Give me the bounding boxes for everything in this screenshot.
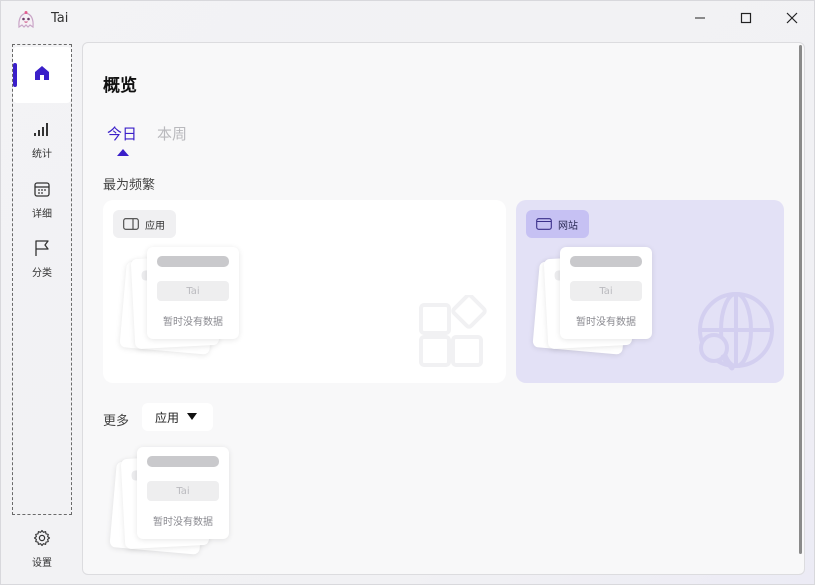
- most-frequent-website-card[interactable]: 网站 Tai 暂时没有数据: [516, 200, 784, 383]
- stats-icon: [33, 120, 51, 142]
- website-icon: [536, 218, 552, 230]
- sidebar: 统计 详细 分类: [12, 44, 72, 515]
- select-value: 应用: [155, 410, 180, 425]
- empty-state: Tai 暂时没有数据: [119, 247, 249, 367]
- empty-placeholder-card: Tai 暂时没有数据: [560, 247, 652, 339]
- app-window: Tai 统计 详细 分类 设置 概览 今日 本周 最为频繁 应用 Tai 暂时没…: [0, 0, 815, 585]
- main-panel: 概览 今日 本周 最为频繁 应用 Tai 暂时没有数据 网站 Tai 暂时没有数…: [82, 42, 805, 575]
- app-chip-label: 应用: [145, 220, 165, 232]
- sidebar-item-label: 分类: [32, 268, 52, 279]
- minimize-button[interactable]: [677, 1, 723, 35]
- empty-placeholder-card: Tai 暂时没有数据: [147, 247, 239, 339]
- maximize-icon: [740, 12, 752, 24]
- more-label: 更多: [103, 414, 130, 429]
- caret-down-icon: [187, 413, 198, 420]
- flag-icon: [33, 239, 51, 261]
- sidebar-item-detail[interactable]: 详细: [13, 180, 71, 220]
- most-frequent-app-card[interactable]: 应用 Tai 暂时没有数据: [103, 200, 506, 383]
- placeholder-name: Tai: [570, 281, 642, 301]
- vertical-scrollbar[interactable]: [799, 45, 802, 554]
- app-logo-icon: [15, 9, 37, 31]
- tab-today[interactable]: 今日: [107, 123, 137, 144]
- empty-text: 暂时没有数据: [576, 317, 636, 328]
- window-title: Tai: [51, 11, 69, 26]
- minimize-icon: [695, 17, 705, 19]
- active-indicator: [13, 63, 17, 87]
- empty-text: 暂时没有数据: [153, 517, 213, 528]
- sidebar-item-stats[interactable]: 统计: [13, 120, 71, 160]
- website-chip: 网站: [526, 210, 589, 238]
- settings-label: 设置: [32, 558, 52, 569]
- sidebar-item-overview[interactable]: [13, 47, 71, 103]
- sidebar-item-label: 统计: [32, 149, 52, 160]
- active-tab-marker: [117, 149, 129, 156]
- globe-search-watermark-icon: [698, 292, 774, 371]
- page-title: 概览: [103, 76, 137, 96]
- placeholder-name: Tai: [147, 481, 219, 501]
- sidebar-item-settings[interactable]: 设置: [12, 529, 72, 569]
- close-button[interactable]: [769, 1, 815, 35]
- more-empty-state: Tai 暂时没有数据: [109, 447, 239, 567]
- more-type-select[interactable]: 应用: [142, 403, 213, 431]
- section-title-most-frequent: 最为频繁: [103, 178, 156, 193]
- app-chip: 应用: [113, 210, 176, 238]
- sidebar-item-label: 详细: [32, 209, 52, 220]
- website-chip-label: 网站: [558, 220, 578, 232]
- tab-week[interactable]: 本周: [157, 123, 187, 144]
- empty-state: Tai 暂时没有数据: [532, 247, 662, 367]
- title-bar: Tai: [1, 1, 814, 37]
- maximize-button[interactable]: [723, 1, 769, 35]
- apps-watermark-icon: [419, 295, 487, 367]
- placeholder-name: Tai: [157, 281, 229, 301]
- app-icon: [123, 218, 139, 230]
- close-icon: [786, 12, 798, 24]
- empty-placeholder-card: Tai 暂时没有数据: [137, 447, 229, 539]
- home-icon: [33, 64, 51, 86]
- gear-icon: [33, 529, 51, 551]
- sidebar-item-category[interactable]: 分类: [13, 239, 71, 279]
- empty-text: 暂时没有数据: [163, 317, 223, 328]
- calendar-icon: [33, 180, 51, 202]
